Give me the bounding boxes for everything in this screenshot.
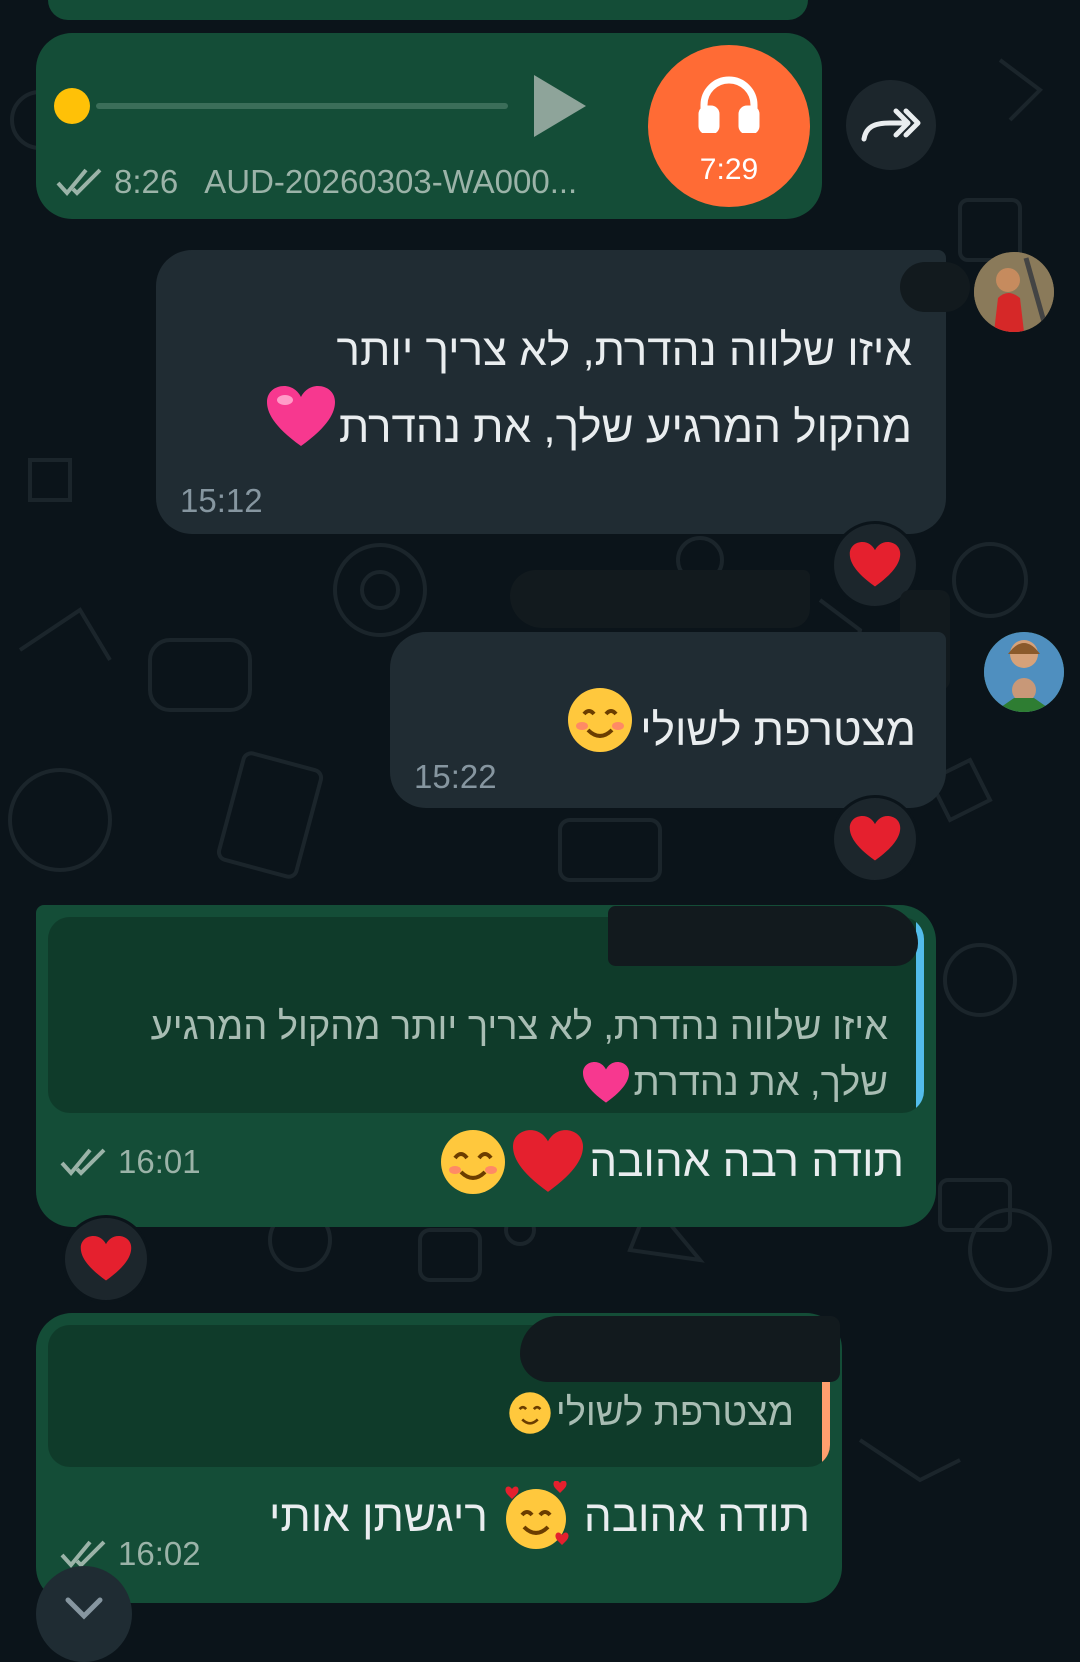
double-check-icon	[56, 167, 104, 197]
audio-time: 8:26	[114, 163, 179, 200]
quote-1-line-2-text: שלך, את נהדרת	[633, 1062, 888, 1104]
audio-progress-dot[interactable]	[54, 88, 90, 124]
message-2-text: מצטרפת לשולי	[640, 705, 916, 755]
red-heart-icon	[849, 542, 901, 587]
message-4-text-1: תודה אהובה	[583, 1492, 810, 1541]
pink-heart-icon	[583, 1062, 630, 1103]
reaction-2[interactable]	[831, 795, 919, 883]
message-4-line-1: תודה אהובה ריגשתן אותי	[269, 1481, 810, 1553]
reaction-3[interactable]	[62, 1215, 150, 1303]
redacted-name-3	[608, 906, 918, 966]
smiling-face-icon	[509, 1392, 551, 1434]
pink-heart-icon	[266, 386, 335, 469]
smiling-face-with-hearts-icon	[505, 1481, 569, 1549]
red-heart-icon	[513, 1130, 584, 1192]
message-1-time: 15:12	[180, 482, 263, 519]
quote-1-line-2: שלך, את נהדרת	[583, 1055, 888, 1111]
message-1-line-2-text: מהקול המרגיע שלך, את נהדרת	[338, 402, 912, 452]
audio-progress-track[interactable]	[96, 103, 508, 109]
smiling-face-icon	[566, 686, 634, 775]
scroll-to-bottom-button[interactable]	[36, 1566, 132, 1662]
message-3-text: תודה רבה אהובה	[589, 1137, 904, 1186]
smiling-eyes-face-icon	[441, 1130, 506, 1194]
audio-avatar: 7:29	[648, 45, 810, 207]
forward-icon	[861, 108, 921, 142]
message-1-line-1: איזו שלווה נהדרת, לא צריך יותר	[336, 326, 912, 375]
redacted-name-2	[510, 570, 810, 628]
quote-2-line-1: מצטרפת לשולי	[508, 1385, 794, 1441]
headphones-icon	[698, 75, 760, 138]
message-3-line-1: תודה רבה אהובה	[439, 1127, 904, 1197]
audio-message-bubble[interactable]: 7:29 8:26 AUD-20260303-WA000...	[36, 33, 822, 219]
sender-avatar-1[interactable]	[974, 252, 1054, 332]
message-3-meta: 16:01	[60, 1143, 201, 1181]
quote-1-line-1: איזו שלווה נהדרת, לא צריך יותר מהקול המר…	[150, 1006, 888, 1048]
incoming-message-2[interactable]: מצטרפת לשולי 15:22	[390, 632, 946, 808]
redacted-name-1	[900, 262, 970, 312]
message-4-text-2: ריגשתן אותי	[268, 1492, 488, 1541]
chevron-down-icon	[65, 1597, 103, 1620]
red-heart-icon	[80, 1236, 132, 1281]
play-icon[interactable]	[522, 71, 592, 141]
audio-filename: AUD-20260303-WA000...	[204, 163, 578, 200]
previous-message-edge	[48, 0, 808, 20]
incoming-message-1[interactable]: איזו שלווה נהדרת, לא צריך יותר מהקול המר…	[156, 250, 946, 534]
forward-button[interactable]	[846, 80, 936, 170]
red-heart-icon	[849, 816, 901, 861]
sender-avatar-2[interactable]	[984, 632, 1064, 712]
redacted-name-4	[520, 1316, 840, 1382]
message-2-time: 15:22	[414, 758, 497, 795]
message-3-time: 16:01	[118, 1143, 201, 1180]
double-check-icon	[60, 1539, 108, 1569]
audio-meta: 8:26 AUD-20260303-WA000...	[56, 163, 577, 201]
message-2-line-1: מצטרפת לשולי	[566, 686, 916, 775]
audio-duration: 7:29	[699, 153, 759, 186]
message-4-time: 16:02	[118, 1535, 201, 1572]
quote-2-text: מצטרפת לשולי	[555, 1392, 794, 1434]
double-check-icon	[60, 1147, 108, 1177]
message-1-line-2: מהקול המרגיע שלך, את נהדרת	[266, 386, 912, 469]
